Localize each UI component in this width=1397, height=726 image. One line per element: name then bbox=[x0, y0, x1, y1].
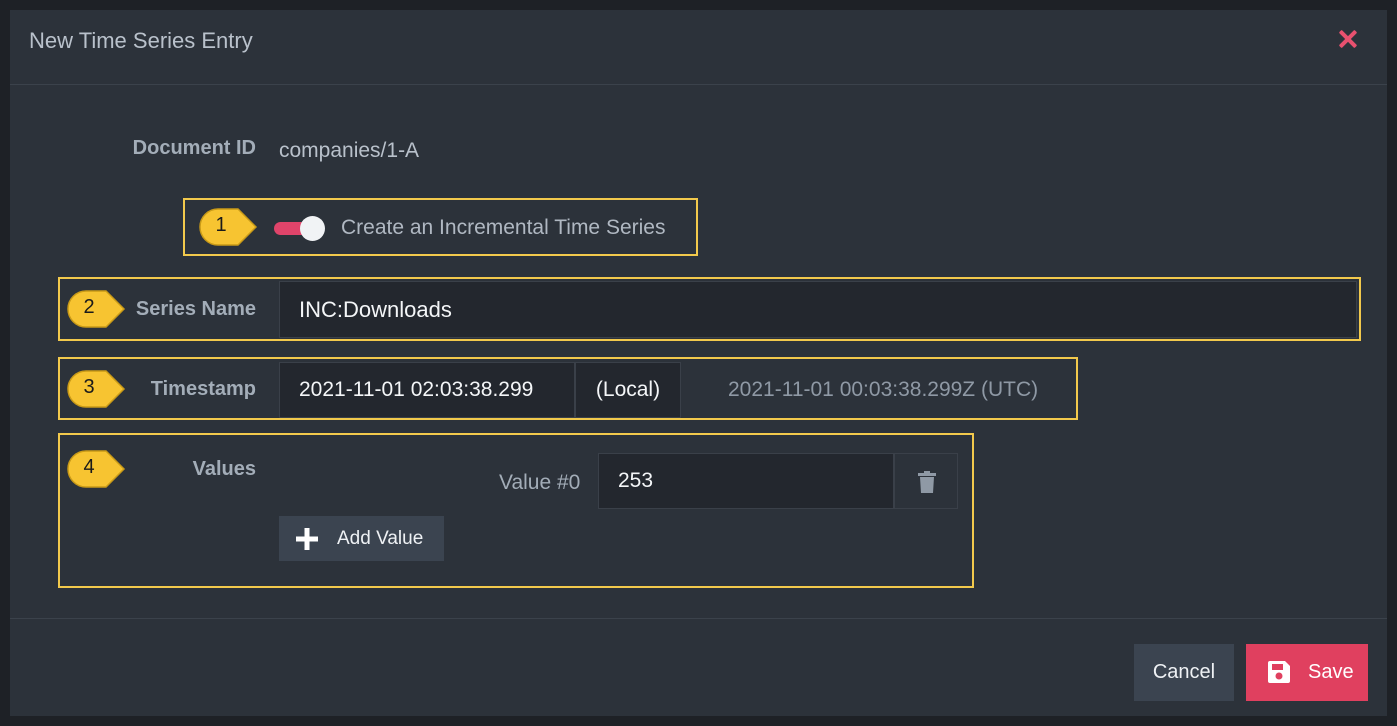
footer-divider bbox=[10, 618, 1387, 619]
save-button[interactable]: Save bbox=[1246, 644, 1368, 701]
incremental-toggle-label[interactable]: Create an Incremental Time Series bbox=[341, 216, 665, 240]
timestamp-input[interactable]: 2021-11-01 02:03:38.299 bbox=[279, 362, 575, 418]
timestamp-local-addon: (Local) bbox=[575, 362, 681, 418]
timestamp-label: Timestamp bbox=[150, 378, 256, 400]
series-name-label: Series Name bbox=[135, 298, 256, 320]
values-label: Values bbox=[192, 458, 256, 480]
dialog-header: New Time Series Entry bbox=[10, 10, 1387, 85]
timestamp-utc-text: 2021-11-01 00:03:38.299Z (UTC) bbox=[728, 378, 1039, 401]
value-0-input[interactable]: 253 bbox=[598, 453, 894, 509]
document-id-label: Document ID bbox=[132, 137, 256, 159]
value-0-label: Value #0 bbox=[499, 471, 581, 494]
toggle-knob bbox=[300, 216, 325, 241]
dialog-title: New Time Series Entry bbox=[29, 28, 253, 53]
trash-icon bbox=[918, 471, 936, 493]
document-id-value: companies/1-A bbox=[279, 139, 420, 162]
cancel-button[interactable]: Cancel bbox=[1134, 644, 1234, 701]
incremental-toggle[interactable] bbox=[274, 215, 326, 241]
plus-icon bbox=[296, 528, 318, 550]
save-label: Save bbox=[1308, 661, 1354, 683]
close-icon[interactable] bbox=[1333, 24, 1363, 54]
delete-value-button[interactable] bbox=[894, 453, 958, 509]
add-value-label: Add Value bbox=[337, 528, 424, 549]
add-value-button[interactable]: Add Value bbox=[279, 516, 444, 561]
time-series-dialog: New Time Series Entry Document ID compan… bbox=[10, 10, 1387, 716]
step-marker-1-number: 1 bbox=[215, 214, 227, 236]
save-icon bbox=[1268, 661, 1290, 683]
step-marker-1: 1 bbox=[198, 207, 260, 247]
series-name-input[interactable]: INC:Downloads bbox=[279, 281, 1357, 338]
